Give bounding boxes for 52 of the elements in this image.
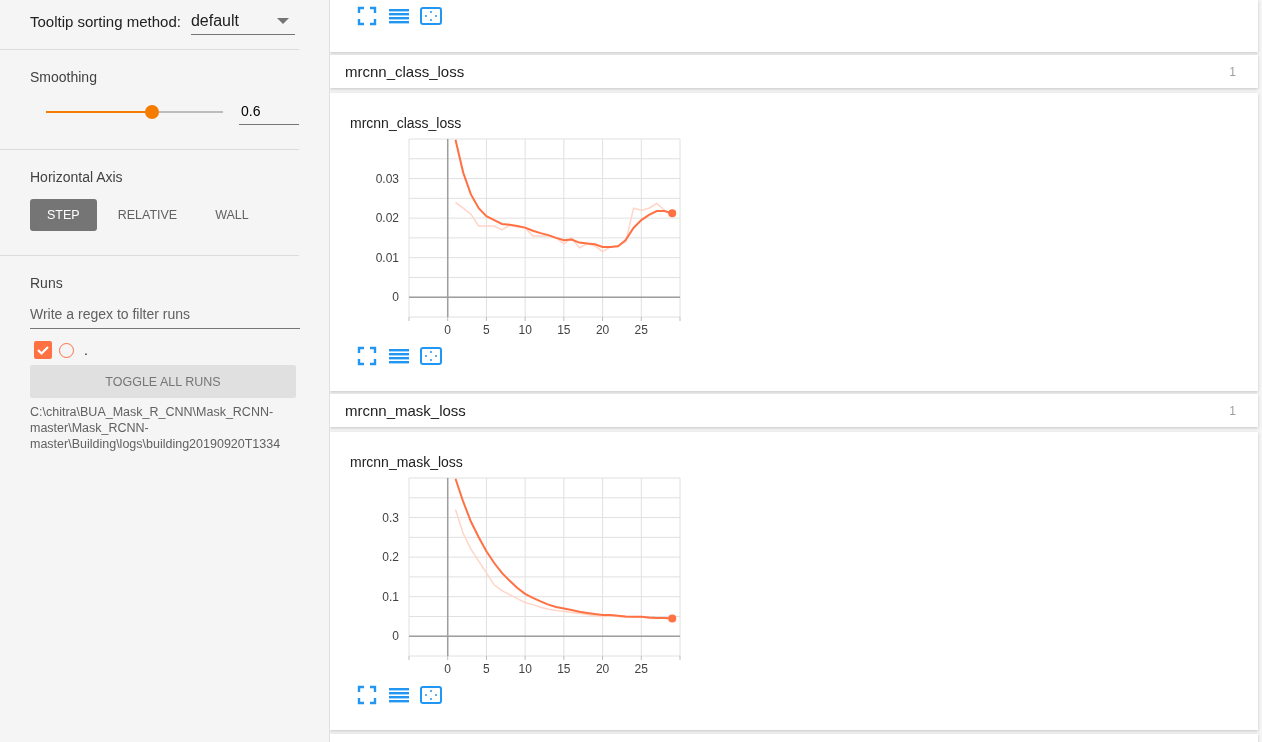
axis-label: 0.1	[382, 589, 399, 604]
sort-dropdown[interactable]: default	[190, 8, 295, 35]
run-filter-field[interactable]: Write a regex to filter runs	[30, 302, 300, 329]
run-checkbox[interactable]	[34, 341, 52, 359]
frame-icon[interactable]	[419, 344, 443, 368]
toggle-all-button[interactable]: TOGGLE ALL RUNS	[30, 365, 296, 398]
section-name: mrcnn_mask_loss	[345, 402, 466, 419]
chart-count: 1	[1229, 64, 1236, 79]
fullscreen-icon[interactable]	[355, 344, 379, 368]
axis-option-button[interactable]: STEP	[30, 199, 97, 231]
chart-title: mrcnn_class_loss	[350, 115, 463, 131]
fullscreen-icon[interactable]	[355, 4, 379, 28]
section-title: Horizontal Axis	[30, 169, 124, 185]
axis-label: 0.03	[375, 171, 399, 186]
axis-label: 5	[483, 662, 490, 676]
log-directory-path: C:\chitra\BUA_Mask_R_CNN\Mask_RCNN-master\Mask_RCNN-master\Building\logs\building20190920T1334	[30, 404, 282, 452]
frame-icon[interactable]	[419, 4, 443, 28]
section-title: Smoothing	[30, 69, 98, 85]
axis-label: 0	[444, 323, 452, 337]
axis-label: 10	[518, 323, 532, 337]
sort-label: Tooltip sorting method:	[30, 13, 181, 30]
frame-icon[interactable]	[419, 683, 443, 707]
axis-label: 20	[595, 323, 610, 337]
chart-title: mrcnn_mask_loss	[350, 454, 464, 470]
chart-count: 1	[1229, 403, 1236, 418]
slider-thumb[interactable]	[145, 105, 160, 119]
run-label: .	[84, 342, 88, 358]
checkmark-icon	[36, 343, 50, 357]
axis-label: 0.2	[382, 550, 399, 565]
fullscreen-icon[interactable]	[355, 683, 379, 707]
smoothing-input[interactable]: 0.6	[239, 99, 299, 125]
axis-label: 20	[595, 662, 610, 676]
axis-label: 0.3	[382, 510, 399, 525]
axis-label: 0	[392, 629, 399, 644]
section-name: mrcnn_class_loss	[345, 63, 465, 80]
axis-label: 0	[392, 290, 399, 305]
axis-label: 0.02	[375, 211, 399, 226]
axis-label: 5	[483, 323, 490, 337]
axis-label: 0	[444, 662, 452, 676]
section-title: Runs	[30, 275, 64, 291]
axis-option-button[interactable]: RELATIVE	[100, 199, 195, 231]
axis-option-button[interactable]: WALL	[198, 199, 266, 231]
section-header[interactable]: mrcnn_class_loss 1	[330, 55, 1258, 88]
axis-label: 0.01	[375, 250, 399, 265]
axis-label: 25	[634, 323, 648, 337]
end-point-dot	[668, 614, 677, 623]
axis-label: 15	[557, 662, 571, 676]
caret-icon	[276, 18, 289, 24]
axis-label: 25	[634, 662, 648, 676]
axis-label: 15	[557, 323, 571, 337]
axis-label: 10	[518, 662, 532, 676]
section-header[interactable]: mrcnn_mask_loss 1	[330, 394, 1258, 427]
